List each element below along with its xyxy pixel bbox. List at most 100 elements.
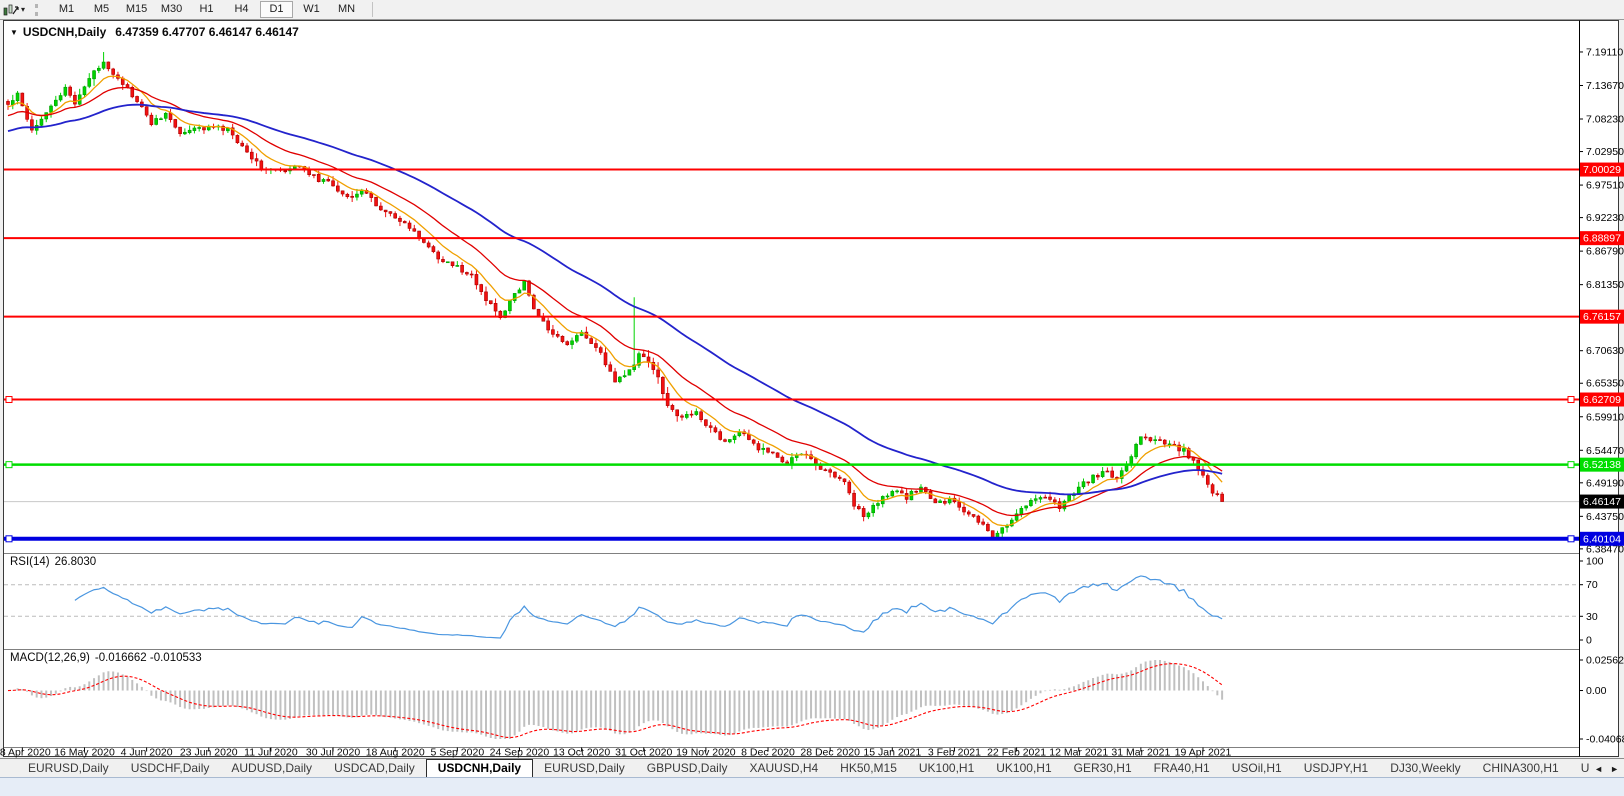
tab-dj30-weekly[interactable]: DJ30,Weekly	[1379, 759, 1471, 778]
tab-usdcad-daily[interactable]: USDCAD,Daily	[323, 759, 426, 778]
price-tick-label: 7.08230	[1586, 114, 1624, 126]
price-tick-label: 6.43750	[1586, 511, 1624, 523]
date-tick-label: 28 Apr 2020	[0, 747, 51, 759]
date-tick-label: 18 Aug 2020	[366, 747, 425, 759]
date-tick-label: 11 Jul 2020	[244, 747, 298, 759]
price-tick-label: 7.19110	[1586, 46, 1623, 58]
date-tick-label: 31 Oct 2020	[615, 747, 672, 759]
tab-usdjpy-h1[interactable]: USDJPY,H1	[1293, 759, 1379, 778]
date-tick-label: 19 Nov 2020	[676, 747, 736, 759]
date-tick-label: 19 Apr 2021	[1175, 747, 1232, 759]
price-tick-label: 6.86790	[1586, 246, 1624, 258]
svg-text:6.52138: 6.52138	[1583, 459, 1621, 471]
macd-tick-label: 0.00	[1586, 685, 1607, 697]
price-tick-label: 6.81350	[1586, 279, 1624, 291]
rsi-tick-label: 30	[1586, 611, 1598, 623]
tab-uk100-h1[interactable]: UK100,H1	[985, 759, 1062, 778]
chart-symbol-label: USDCNH,Daily	[22, 25, 107, 39]
timeframe-button-h4[interactable]: H4	[225, 1, 258, 18]
svg-text:6.76157: 6.76157	[1583, 311, 1621, 323]
date-tick-label: 16 May 2020	[54, 747, 115, 759]
date-tick-label: 8 Dec 2020	[741, 747, 795, 759]
date-tick-label: 28 Dec 2020	[800, 747, 860, 759]
tab-fra40-h1[interactable]: FRA40,H1	[1143, 759, 1221, 778]
date-tick-label: 24 Sep 2020	[490, 747, 550, 759]
timeframe-button-w1[interactable]: W1	[295, 1, 328, 18]
price-tick-label: 6.70630	[1586, 345, 1624, 357]
tab-uk100-h1[interactable]: UK100,H1	[908, 759, 985, 778]
svg-text:6.62709: 6.62709	[1583, 394, 1621, 406]
hline-handle[interactable]	[5, 396, 13, 404]
macd-label: MACD(12,26,9) -0.016662 -0.010533	[10, 652, 202, 664]
tab-gbpusd-daily[interactable]: GBPUSD,Daily	[636, 759, 739, 778]
mt4-window: ▾ M1 M5 M15 M30 H1 H4 D1 W1 MN 7.19110 7.13670 7.0…	[0, 0, 1624, 796]
timeframe-button-mn[interactable]: MN	[330, 1, 363, 18]
date-tick-label: 5 Sep 2020	[430, 747, 484, 759]
tab-audusd-daily[interactable]: AUDUSD,Daily	[220, 759, 323, 778]
svg-text:6.88897: 6.88897	[1583, 233, 1621, 245]
price-tick-label: 6.49190	[1586, 477, 1624, 489]
toolbar-grip	[35, 3, 41, 16]
date-tick-label: 31 Mar 2021	[1111, 747, 1170, 759]
svg-text:6.46147: 6.46147	[1583, 496, 1621, 508]
macd-tick-label: -0.040687	[1586, 734, 1624, 746]
price-tick-label: 6.59910	[1586, 411, 1624, 423]
date-tick-label: 15 Jan 2021	[863, 747, 921, 759]
chart-indicator-icon[interactable]	[3, 3, 19, 17]
chart-canvas[interactable]: 7.19110 7.13670 7.08230 7.02950 6.97510 6.922…	[0, 0, 1624, 796]
date-tick-label: 13 Oct 2020	[553, 747, 610, 759]
tab-china300-h1[interactable]: CHINA300,H1	[1472, 759, 1570, 778]
tab-xauusd-h4[interactable]: XAUUSD,H4	[738, 759, 829, 778]
tab-scroll-left-icon[interactable]: ◄	[1594, 764, 1603, 774]
hline-handle[interactable]	[5, 535, 13, 543]
price-tick-label: 7.13670	[1586, 80, 1624, 92]
tab-eurusd-daily[interactable]: EURUSD,Daily	[533, 759, 636, 778]
timeframe-button-m15[interactable]: M15	[120, 1, 153, 18]
toolbar: ▾ M1 M5 M15 M30 H1 H4 D1 W1 MN	[0, 0, 1624, 20]
date-tick-label: 4 Jun 2020	[121, 747, 173, 759]
timeframe-button-h1[interactable]: H1	[190, 1, 223, 18]
rsi-tick-label: 100	[1586, 556, 1604, 568]
dropdown-caret-icon[interactable]: ▾	[21, 5, 25, 14]
macd-tick-label: 0.025623	[1586, 655, 1624, 667]
svg-text:7.00029: 7.00029	[1583, 164, 1621, 176]
timeframe-button-d1[interactable]: D1	[260, 1, 294, 18]
chart-window	[3, 20, 1619, 757]
timeframe-buttons: M1 M5 M15 M30 H1 H4 D1 W1 MN	[49, 0, 364, 19]
tab-scroll-buttons: ◄ ►	[1594, 759, 1624, 778]
tab-u[interactable]: U	[1570, 759, 1594, 778]
rsi-tick-label: 0	[1586, 635, 1592, 647]
timeframe-button-m1[interactable]: M1	[50, 1, 83, 18]
price-tick-label: 6.97510	[1586, 180, 1624, 192]
status-bar	[0, 777, 1624, 796]
tab-scroll-right-icon[interactable]: ►	[1610, 764, 1619, 774]
svg-text:6.40104: 6.40104	[1583, 533, 1621, 545]
toolbar-separator	[372, 2, 374, 17]
hline-handle[interactable]	[1567, 535, 1575, 543]
timeframe-button-m30[interactable]: M30	[155, 1, 188, 18]
price-tick-label: 6.92230	[1586, 212, 1624, 224]
tab-usdchf-daily[interactable]: USDCHF,Daily	[120, 759, 221, 778]
hline-handle[interactable]	[1567, 461, 1575, 469]
collapse-caret-icon[interactable]: ▼	[10, 28, 18, 37]
date-tick-label: 3 Feb 2021	[928, 747, 981, 759]
price-tick-label: 6.54470	[1586, 445, 1624, 457]
date-tick-label: 23 Jun 2020	[180, 747, 238, 759]
tab-usdcnh-daily[interactable]: USDCNH,Daily	[425, 759, 534, 778]
chart-title: ▼ USDCNH,Daily 6.47359 6.47707 6.46147 6.4…	[10, 25, 299, 39]
hline-handle[interactable]	[1567, 396, 1575, 404]
date-tick-label: 12 Mar 2021	[1049, 747, 1108, 759]
symbol-tabbar: EURUSD,Daily USDCHF,Daily AUDUSD,Daily USDC…	[0, 758, 1624, 778]
timeframe-button-m5[interactable]: M5	[85, 1, 118, 18]
tab-usoil-h1[interactable]: USOil,H1	[1221, 759, 1293, 778]
tab-ger30-h1[interactable]: GER30,H1	[1063, 759, 1143, 778]
price-tick-label: 6.65350	[1586, 378, 1624, 390]
date-tick-label: 22 Feb 2021	[987, 747, 1046, 759]
chart-ohlc-values: 6.47359 6.47707 6.46147 6.46147	[115, 25, 299, 39]
macd-indicator-name: MACD(12,26,9)	[10, 652, 90, 664]
tab-eurusd-daily[interactable]: EURUSD,Daily	[17, 759, 120, 778]
tab-hk50-m15[interactable]: HK50,M15	[829, 759, 908, 778]
symbol-tabs: EURUSD,Daily USDCHF,Daily AUDUSD,Daily USDC…	[0, 759, 1594, 778]
hline-handle[interactable]	[5, 461, 13, 469]
rsi-value: 26.8030	[54, 556, 97, 568]
